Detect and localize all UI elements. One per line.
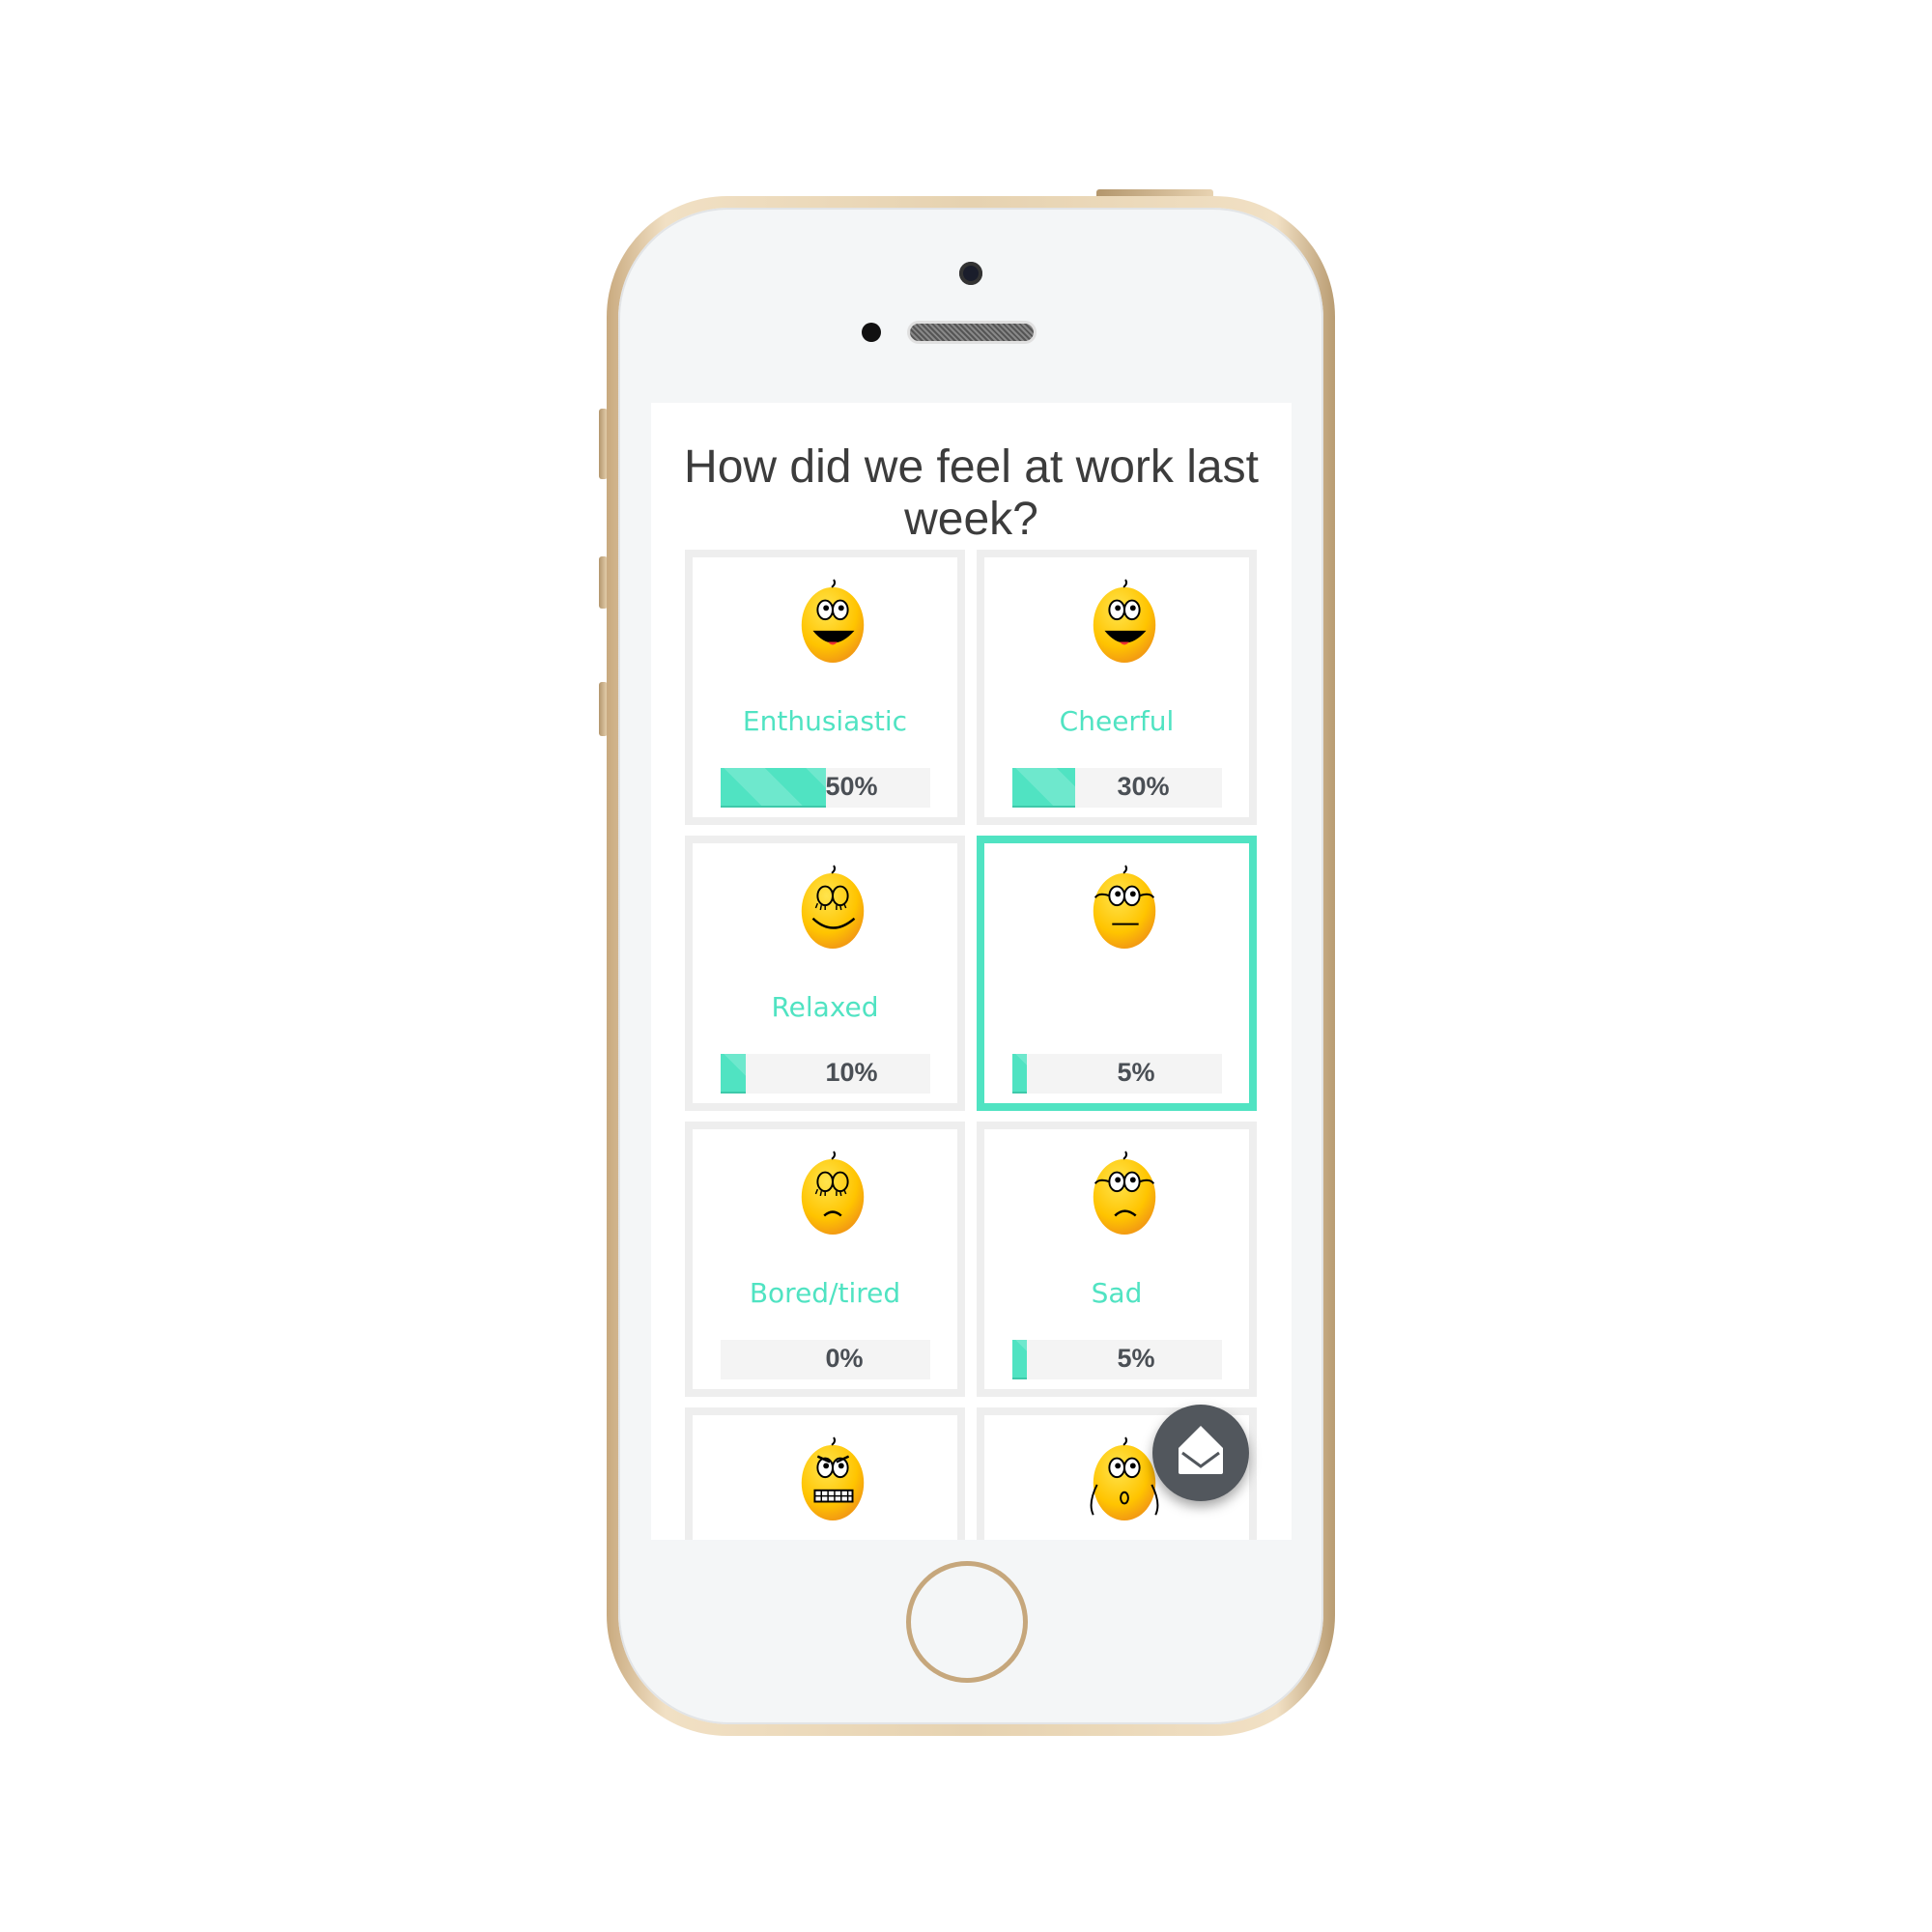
mood-card[interactable]: [685, 1407, 965, 1540]
percent-text: 30%: [1117, 772, 1170, 801]
speaker-grille: [910, 324, 1034, 341]
bored-face-icon: [792, 1151, 873, 1239]
sensor-icon: [862, 323, 881, 342]
mood-progress-bar: 5%: [1012, 1054, 1222, 1094]
mood-label: Sad: [1091, 1277, 1143, 1309]
progress-fill: [1012, 1054, 1028, 1094]
mood-label: Enthusiastic: [742, 705, 908, 737]
sad-face-icon: [1084, 1151, 1165, 1239]
page-title: How did we feel at work last week?: [684, 441, 1259, 546]
mood-card[interactable]: Sad 5%: [977, 1122, 1257, 1397]
mood-progress-bar: 0%: [721, 1340, 930, 1379]
mood-card[interactable]: Relaxed 10%: [685, 836, 965, 1111]
happy-face-icon: [1084, 579, 1165, 668]
percent-text: 0%: [825, 1344, 864, 1373]
progress-fill: [721, 1054, 747, 1094]
envelope-open-icon: [1179, 1426, 1223, 1474]
angry-face-icon: [792, 1436, 873, 1525]
progress-fill: [721, 768, 826, 808]
home-button[interactable]: [906, 1561, 1028, 1683]
mood-label: Bored/tired: [749, 1277, 901, 1309]
percent-text: 5%: [1117, 1058, 1155, 1087]
mood-progress-bar: 5%: [1012, 1340, 1222, 1379]
happy-face-icon: [792, 579, 873, 668]
percent-text: 50%: [825, 772, 878, 801]
progress-fill: [1012, 768, 1076, 808]
mood-card[interactable]: Cheerful 30%: [977, 550, 1257, 825]
app-screen: How did we feel at work last week? Enthu…: [651, 403, 1292, 1540]
mood-label: Cheerful: [1059, 705, 1175, 737]
percent-text: 5%: [1117, 1344, 1155, 1373]
send-feedback-button[interactable]: [1152, 1405, 1249, 1501]
neutral-face-icon: [1084, 865, 1165, 953]
relaxed-face-icon: [792, 865, 873, 953]
camera-icon: [959, 262, 982, 285]
percent-text: 10%: [825, 1058, 878, 1087]
mood-progress-bar: 10%: [721, 1054, 930, 1094]
mood-label: Relaxed: [771, 991, 879, 1023]
mood-card[interactable]: Enthusiastic 50%: [685, 550, 965, 825]
progress-fill: [1012, 1340, 1028, 1379]
mood-progress-bar: 30%: [1012, 768, 1222, 808]
mood-card[interactable]: Bored/tired 0%: [685, 1122, 965, 1397]
mood-card[interactable]: 5%: [977, 836, 1257, 1111]
mood-progress-bar: 50%: [721, 768, 930, 808]
